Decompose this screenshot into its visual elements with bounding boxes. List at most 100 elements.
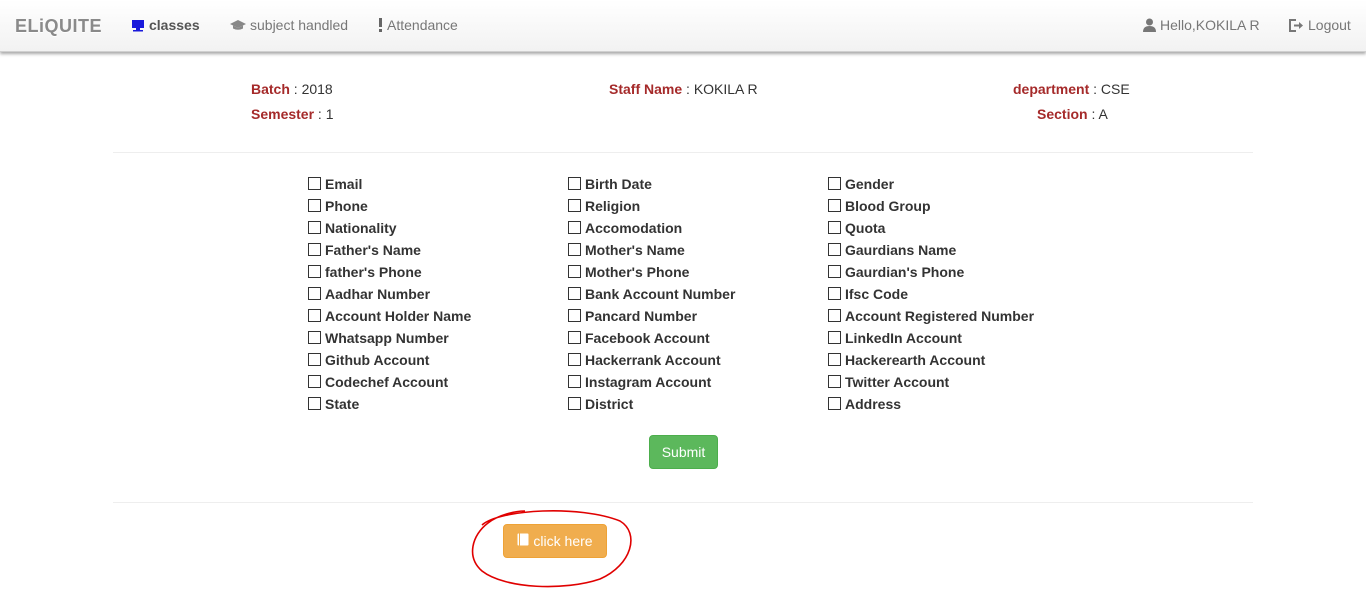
checkbox[interactable] — [308, 330, 321, 344]
logout-label: Logout — [1308, 17, 1351, 33]
field-checkbox-row[interactable]: Hackerearth Account — [828, 352, 985, 368]
field-checkbox-row[interactable]: Ifsc Code — [828, 286, 908, 302]
checkbox[interactable] — [568, 374, 581, 388]
checkbox[interactable] — [568, 198, 581, 212]
checkbox[interactable] — [828, 264, 841, 278]
checkbox-label: Father's Name — [325, 242, 421, 258]
field-checkbox-row[interactable]: Twitter Account — [828, 374, 949, 390]
checkbox[interactable] — [828, 198, 841, 212]
field-checkbox-row[interactable]: Gaurdians Name — [828, 242, 956, 258]
brand-logo[interactable]: ELiQUITE — [15, 16, 102, 37]
checkbox[interactable] — [308, 374, 321, 388]
field-checkbox-row[interactable]: State — [308, 396, 359, 412]
field-checkbox-row[interactable]: Codechef Account — [308, 374, 448, 390]
checkbox[interactable] — [828, 396, 841, 410]
batch-sep: : — [289, 81, 302, 97]
checkbox[interactable] — [308, 352, 321, 366]
field-checkbox-row[interactable]: Account Holder Name — [308, 308, 471, 324]
batch-value: 2018 — [301, 81, 333, 97]
checkbox[interactable] — [308, 264, 321, 278]
checkbox[interactable] — [568, 308, 581, 322]
checkbox[interactable] — [828, 242, 841, 256]
nav-classes[interactable]: classes — [131, 17, 200, 33]
checkbox[interactable] — [568, 264, 581, 278]
nav-attendance[interactable]: Attendance — [378, 17, 458, 33]
checkbox-label: Accomodation — [585, 220, 683, 236]
checkbox-label: Twitter Account — [845, 374, 950, 390]
semester-sep: : — [314, 106, 326, 122]
semester-info: Semester : 1 — [251, 106, 334, 122]
field-checkbox-row[interactable]: Facebook Account — [568, 330, 710, 346]
field-checkbox-row[interactable]: Quota — [828, 220, 885, 236]
checkbox[interactable] — [828, 176, 841, 190]
checkbox[interactable] — [568, 242, 581, 256]
checkbox[interactable] — [568, 286, 581, 300]
field-checkbox-row[interactable]: LinkedIn Account — [828, 330, 962, 346]
checkbox[interactable] — [568, 330, 581, 344]
field-checkbox-row[interactable]: Account Registered Number — [828, 308, 1034, 324]
checkbox[interactable] — [308, 308, 321, 322]
checkbox[interactable] — [828, 330, 841, 344]
checkbox-label: Github Account — [325, 352, 430, 368]
field-checkbox-row[interactable]: Aadhar Number — [308, 286, 430, 302]
checkbox[interactable] — [828, 220, 841, 234]
field-checkbox-row[interactable]: Accomodation — [568, 220, 682, 236]
checkbox[interactable] — [568, 352, 581, 366]
submit-button[interactable]: Submit — [649, 435, 718, 469]
checkbox[interactable] — [308, 242, 321, 256]
field-checkbox-row[interactable]: Gaurdian's Phone — [828, 264, 964, 280]
checkbox[interactable] — [568, 176, 581, 190]
divider-bottom — [113, 502, 1253, 503]
field-checkbox-row[interactable]: Email — [308, 176, 362, 192]
checkbox[interactable] — [828, 374, 841, 388]
checkbox[interactable] — [308, 176, 321, 190]
checkbox-label: Mother's Phone — [585, 264, 690, 280]
checkbox[interactable] — [308, 396, 321, 410]
field-checkbox-row[interactable]: Address — [828, 396, 901, 412]
checkbox-label: Bank Account Number — [585, 286, 736, 302]
user-icon — [1143, 18, 1156, 32]
semester-label: Semester — [251, 106, 315, 122]
checkbox-label: Gaurdian's Phone — [845, 264, 965, 280]
field-checkbox-row[interactable]: Whatsapp Number — [308, 330, 449, 346]
checkbox[interactable] — [568, 396, 581, 410]
nav-classes-label: classes — [149, 17, 200, 33]
field-checkbox-row[interactable]: Father's Name — [308, 242, 421, 258]
checkbox[interactable] — [308, 286, 321, 300]
divider-top — [113, 152, 1253, 153]
field-checkbox-row[interactable]: District — [568, 396, 633, 412]
checkbox[interactable] — [828, 286, 841, 300]
graduation-cap-icon — [230, 19, 246, 31]
field-checkbox-row[interactable]: father's Phone — [308, 264, 422, 280]
section-value: A — [1098, 106, 1108, 122]
checkbox[interactable] — [568, 220, 581, 234]
field-checkbox-row[interactable]: Instagram Account — [568, 374, 711, 390]
nav-subject-handled[interactable]: subject handled — [230, 17, 348, 33]
checkbox[interactable] — [828, 352, 841, 366]
logout-link[interactable]: Logout — [1289, 17, 1351, 33]
checkbox-label: Aadhar Number — [325, 286, 431, 302]
section-sep: : — [1087, 106, 1099, 122]
checkbox[interactable] — [308, 198, 321, 212]
click-here-button[interactable]: click here — [503, 524, 607, 558]
field-checkbox-row[interactable]: Mother's Phone — [568, 264, 689, 280]
checkbox-label: Pancard Number — [585, 308, 698, 324]
field-checkbox-row[interactable]: Gender — [828, 176, 894, 192]
checkbox[interactable] — [308, 220, 321, 234]
staff-value: KOKILA R — [693, 81, 758, 97]
checkbox[interactable] — [828, 308, 841, 322]
field-checkbox-row[interactable]: Phone — [308, 198, 368, 214]
field-checkbox-row[interactable]: Mother's Name — [568, 242, 685, 258]
field-checkbox-row[interactable]: Blood Group — [828, 198, 931, 214]
field-checkbox-row[interactable]: Religion — [568, 198, 640, 214]
user-greeting[interactable]: Hello,KOKILA R — [1143, 17, 1260, 33]
field-checkbox-row[interactable]: Pancard Number — [568, 308, 697, 324]
monitor-icon — [131, 19, 145, 32]
field-checkbox-row[interactable]: Hackerrank Account — [568, 352, 721, 368]
field-checkbox-row[interactable]: Nationality — [308, 220, 397, 236]
checkbox-label: Account Holder Name — [325, 308, 472, 324]
field-checkbox-row[interactable]: Bank Account Number — [568, 286, 735, 302]
field-checkbox-row[interactable]: Birth Date — [568, 176, 652, 192]
user-greeting-label: Hello,KOKILA R — [1160, 17, 1260, 33]
field-checkbox-row[interactable]: Github Account — [308, 352, 429, 368]
